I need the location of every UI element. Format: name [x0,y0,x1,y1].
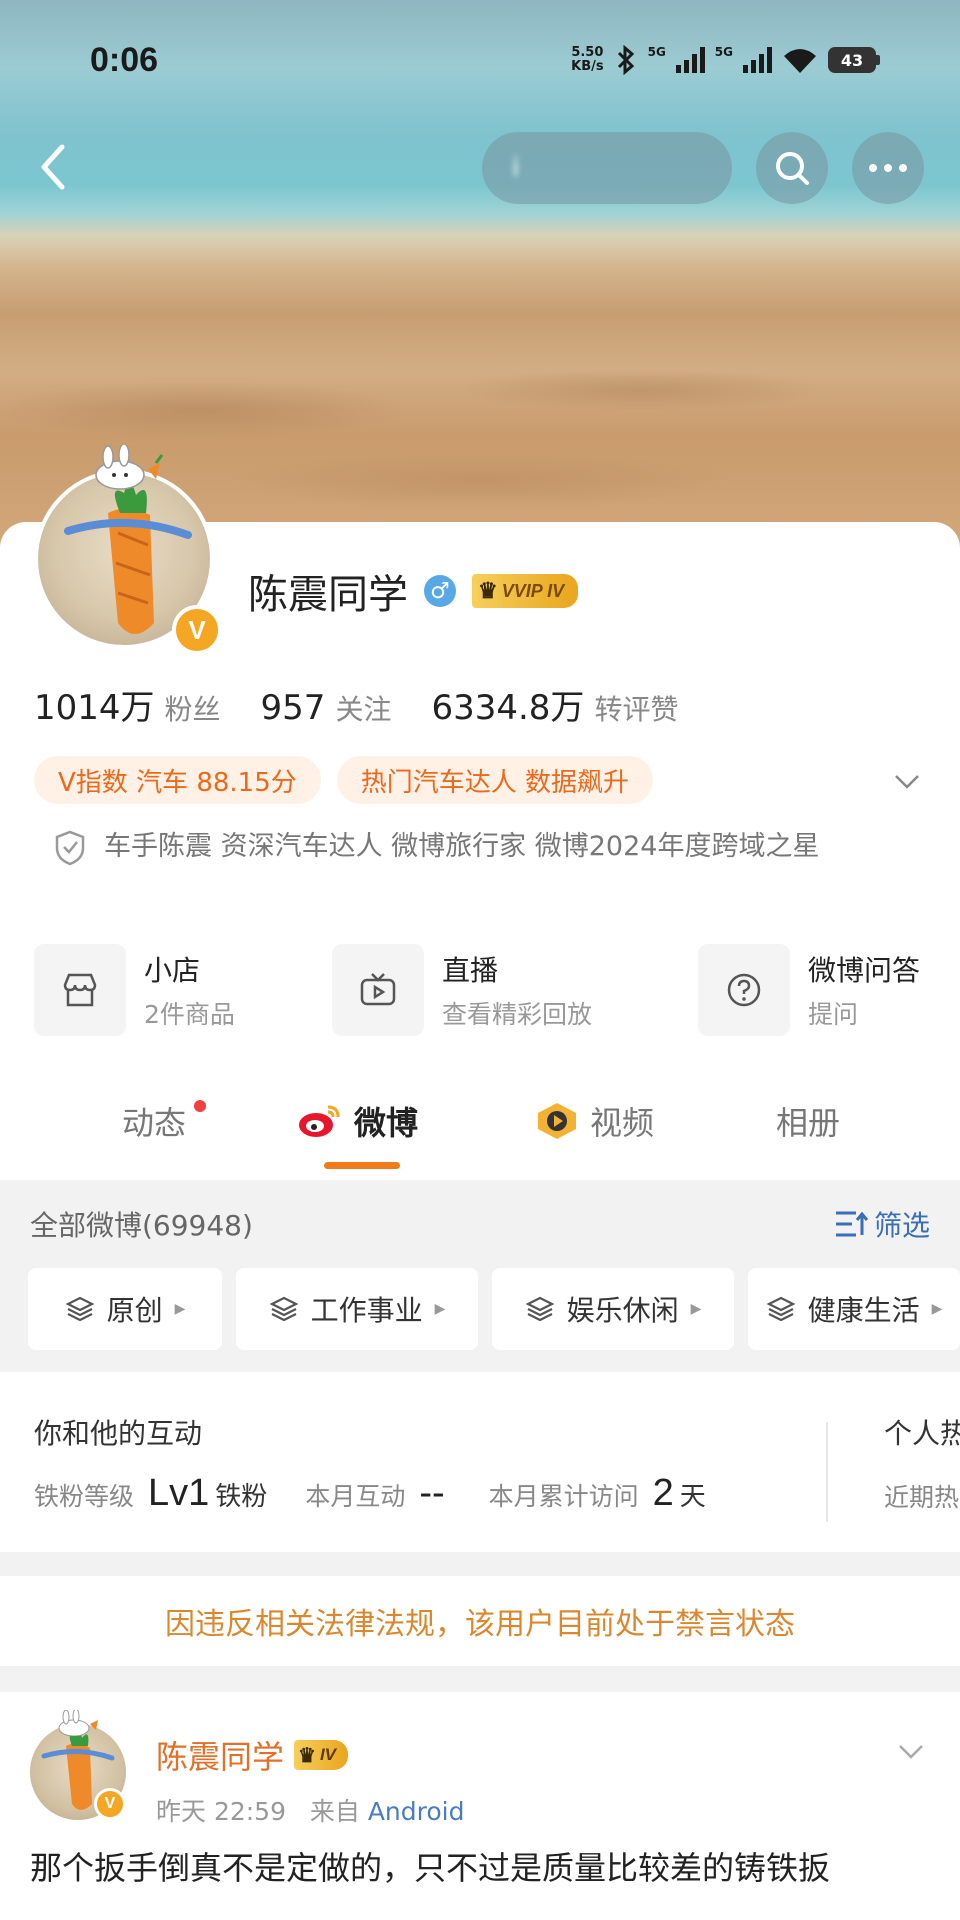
profile-name: 陈震同学 [248,572,408,618]
weibo-filter-header: 全部微博(69948) 筛选 [0,1180,960,1270]
triangle-right-icon: ▶ [174,1301,186,1317]
bluetooth-icon [617,45,634,75]
interaction-section[interactable]: 你和他的互动 铁粉等级 Lv1 铁粉 本月互动 -- 本月累计访问 2 天 个人… [0,1372,960,1552]
profile-shortcuts: 小店 2件商品 直播 查看精彩回放 微博问答 提问 [34,944,934,1038]
network-speed: 5.50 KB/s [571,45,604,74]
shop-icon [63,973,97,1007]
unread-dot [194,1100,206,1112]
post-text: 那个扳手倒真不是定做的，只不过是质量比较差的铸铁扳 [30,1849,831,1887]
weibo-logo-icon [299,1105,340,1137]
status-icons: 5.50 KB/s 5G 5G 43 [571,45,880,75]
battery-level: 43 [828,47,876,73]
interaction-stats: 铁粉等级 Lv1 铁粉 本月互动 -- 本月累计访问 2 天 [34,1472,706,1514]
filter-button[interactable]: 筛选 [834,1204,930,1244]
layers-icon [766,1296,796,1322]
triangle-right-icon: ▶ [690,1301,702,1317]
bunny-decoration-icon [58,1710,98,1736]
search-button[interactable] [756,132,828,204]
layers-icon [525,1296,555,1322]
tab-feed[interactable]: 动态 [122,1098,186,1144]
fan-level-value: Lv1 [148,1472,210,1514]
shield-icon [55,830,85,866]
hot-auto-tag[interactable]: 热门汽车达人 数据飙升 [336,756,654,804]
profile-name-row: 陈震同学 ♂ ♛ VVIP IV [248,562,579,620]
layers-icon [65,1296,95,1322]
search-text: i [512,153,522,183]
verification-info: 车手陈震 资深汽车达人 微博旅行家 微博2024年度跨域之星 [54,826,894,868]
search-icon [776,152,809,185]
chevron-down-icon[interactable] [892,766,922,796]
signal-1-icon [675,47,705,73]
profile-tabs: 动态 微博 视频 相册 [0,1080,960,1172]
interaction-title: 你和他的互动 [34,1417,203,1450]
wifi-icon [784,49,816,73]
month-interact-value: -- [419,1472,445,1514]
sim2-label: 5G [714,45,733,59]
status-time: 0:06 [90,40,159,79]
top-navigation: i [0,130,960,204]
chevron-down-icon[interactable] [896,1736,926,1766]
verification-text: 车手陈震 资深汽车达人 微博旅行家 微博2024年度跨域之星 [104,831,820,862]
shortcut-qa[interactable]: 微博问答 提问 [698,944,920,1036]
male-gender-icon: ♂ [424,575,456,607]
back-arrow-icon [41,144,65,190]
status-bar: 0:06 5.50 KB/s 5G 5G 43 [0,30,960,90]
question-icon [727,973,761,1007]
chip-work[interactable]: 工作事业 ▶ [236,1268,478,1350]
stat-following[interactable]: 957 关注 [261,688,392,728]
profile-avatar[interactable]: V [30,445,222,655]
triangle-right-icon: ▶ [434,1301,446,1317]
post-author[interactable]: 陈震同学 ♛ IV [156,1732,349,1778]
post-source-link[interactable]: Android [368,1797,465,1826]
battery-icon: 43 [828,47,880,73]
weibo-post[interactable]: V 陈震同学 ♛ IV 昨天 22:59 来自 Android 那个扳手倒真不是… [0,1692,960,1920]
sim1-label: 5G [647,45,666,59]
stat-followers[interactable]: 1014万 粉丝 [34,680,221,729]
more-button[interactable] [852,132,924,204]
profile-stats: 1014万 粉丝 957 关注 6334.8万 转评赞 [34,680,718,729]
video-play-icon [538,1103,576,1139]
filter-sort-icon [835,1211,868,1237]
layers-icon [269,1296,299,1322]
verified-badge-icon: V [94,1788,126,1820]
chip-health[interactable]: 健康生活 ▶ [748,1268,960,1350]
banned-notice: 因违反相关法律法规，该用户目前处于禁言状态 [0,1576,960,1666]
crown-icon: ♛ [298,1744,316,1767]
shortcut-shop[interactable]: 小店 2件商品 [34,944,235,1036]
personal-hot-title[interactable]: 个人热 [884,1412,960,1452]
tab-weibo[interactable]: 微博 [296,1098,418,1144]
personal-hot-sub: 近期热 [884,1483,960,1512]
category-chips: 原创 ▶ 工作事业 ▶ 娱乐休闲 ▶ 健康生活 ▶ [28,1268,960,1352]
profile-tags: V指数 汽车 88.15分 热门汽车达人 数据飙升 [34,756,654,804]
divider [826,1422,828,1522]
back-button[interactable] [28,140,78,194]
post-avatar[interactable]: V [30,1710,130,1822]
shortcut-live[interactable]: 直播 查看精彩回放 [332,944,592,1036]
v-index-tag[interactable]: V指数 汽车 88.15分 [34,756,321,804]
verified-badge-icon: V [172,605,222,655]
active-tab-indicator [324,1162,400,1169]
bunny-decoration-icon [95,445,164,490]
member-level-badge: ♛ IV [294,1740,349,1770]
post-meta: 昨天 22:59 来自 Android [156,1797,465,1826]
profile-search-box[interactable]: i [482,132,732,204]
tv-icon [360,973,396,1006]
more-dots-icon [869,164,907,172]
triangle-right-icon: ▶ [931,1301,943,1317]
vvip-badge[interactable]: ♛ VVIP IV [472,574,579,608]
chip-entertainment[interactable]: 娱乐休闲 ▶ [492,1268,734,1350]
signal-2-icon [743,47,772,73]
crown-icon: ♛ [478,578,498,603]
tab-video[interactable]: 视频 [534,1098,654,1144]
stat-reposts-likes[interactable]: 6334.8万 转评赞 [431,680,678,729]
tab-album[interactable]: 相册 [776,1098,840,1144]
all-weibo-count: 全部微博(69948) [30,1209,253,1242]
chip-original[interactable]: 原创 ▶ [28,1268,222,1350]
month-visit-value: 2 [652,1472,674,1514]
